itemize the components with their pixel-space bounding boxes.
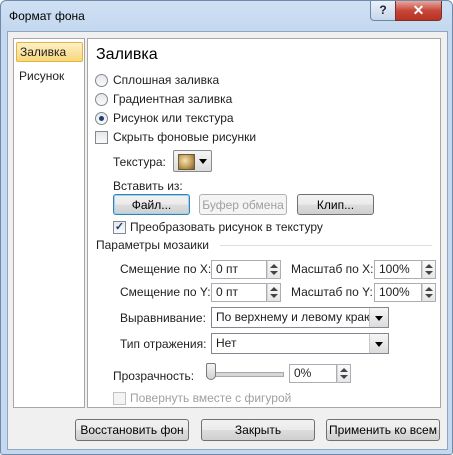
transparency-slider-thumb[interactable]	[206, 363, 216, 380]
scale-y-label: Масштаб по Y:	[291, 285, 373, 299]
picture-texture-radio[interactable]	[95, 112, 108, 125]
dialog-client: Заливка Рисунок Заливка Сплошная заливка…	[7, 31, 448, 450]
close-button[interactable]: Закрыть	[201, 419, 315, 441]
alignment-select[interactable]: По верхнему и левому краю	[211, 307, 389, 328]
offset-y-label: Смещение по Y:	[120, 285, 211, 299]
mirror-type-value: Нет	[216, 336, 237, 350]
transparency-label: Прозрачность:	[113, 369, 195, 383]
close-window-button[interactable]: ✕	[395, 1, 442, 21]
offset-x-input[interactable]: 0 пт	[211, 260, 267, 279]
transparency-slider-track[interactable]	[206, 372, 284, 377]
apply-to-all-label: Применить ко всем	[329, 423, 437, 437]
picture-texture-label[interactable]: Рисунок или текстура	[113, 111, 234, 125]
file-button[interactable]: Файл...	[113, 194, 190, 215]
group-divider	[220, 245, 432, 246]
scale-y-spinner[interactable]	[422, 283, 436, 302]
texture-swatch-icon	[178, 154, 195, 170]
offset-y-input[interactable]: 0 пт	[211, 283, 267, 302]
offset-x-label: Смещение по X:	[120, 262, 212, 276]
chevron-down-icon	[369, 334, 388, 353]
window-title: Формат фона	[9, 9, 85, 23]
apply-to-all-button[interactable]: Применить ко всем	[326, 419, 440, 441]
rotate-with-shape-label[interactable]: Повернуть вместе с фигурой	[130, 391, 291, 405]
clip-art-button-label: Клип...	[316, 198, 355, 212]
chevron-down-icon	[369, 308, 388, 327]
transparency-input[interactable]: 0%	[289, 364, 337, 383]
transparency-spinner[interactable]	[337, 364, 351, 383]
nav-item-picture[interactable]: Рисунок	[16, 67, 83, 85]
category-list: Заливка Рисунок	[13, 38, 85, 408]
texture-label: Текстура:	[113, 155, 166, 169]
file-button-label: Файл...	[131, 198, 172, 212]
nav-item-fill[interactable]: Заливка	[16, 42, 83, 62]
insert-from-label: Вставить из:	[113, 179, 183, 193]
format-background-dialog: Формат фона ? ✕ Заливка Рисунок Заливка …	[0, 0, 453, 455]
tile-picture-label[interactable]: Преобразовать рисунок в текстуру	[130, 220, 323, 234]
clip-art-button[interactable]: Клип...	[297, 194, 374, 215]
offset-x-spinner[interactable]	[267, 260, 281, 279]
mirror-type-select[interactable]: Нет	[211, 333, 389, 354]
gradient-fill-radio[interactable]	[95, 93, 108, 106]
solid-fill-radio[interactable]	[95, 74, 108, 87]
alignment-label: Выравнивание:	[120, 311, 206, 325]
scale-x-input[interactable]: 100%	[374, 260, 422, 279]
tiling-options-heading: Параметры мозаики	[96, 238, 209, 252]
close-button-label: Закрыть	[234, 423, 282, 437]
hide-background-checkbox[interactable]	[95, 131, 108, 144]
tile-picture-checkbox[interactable]: ✓	[113, 221, 126, 234]
clipboard-button[interactable]: Буфер обмена	[199, 194, 287, 215]
scale-y-input[interactable]: 100%	[374, 283, 422, 302]
reset-background-button[interactable]: Восстановить фон	[75, 419, 189, 441]
title-bar: Формат фона ? ✕	[1, 1, 452, 31]
alignment-value: По верхнему и левому краю	[216, 310, 374, 324]
scale-x-spinner[interactable]	[422, 260, 436, 279]
help-button[interactable]: ?	[370, 1, 396, 21]
scale-x-label: Масштаб по X:	[291, 262, 374, 276]
hide-background-label[interactable]: Скрыть фоновые рисунки	[113, 130, 256, 144]
chevron-down-icon	[199, 159, 207, 164]
clipboard-button-label: Буфер обмена	[202, 198, 284, 212]
rotate-with-shape-checkbox[interactable]	[113, 392, 126, 405]
gradient-fill-label[interactable]: Градиентная заливка	[113, 92, 232, 106]
offset-y-spinner[interactable]	[267, 283, 281, 302]
panel-heading: Заливка	[96, 46, 158, 63]
texture-dropdown[interactable]	[173, 150, 212, 172]
reset-background-label: Восстановить фон	[80, 423, 184, 437]
fill-panel: Заливка Сплошная заливка Градиентная зал…	[87, 38, 441, 408]
solid-fill-label[interactable]: Сплошная заливка	[113, 73, 219, 87]
mirror-type-label: Тип отражения:	[120, 337, 207, 351]
